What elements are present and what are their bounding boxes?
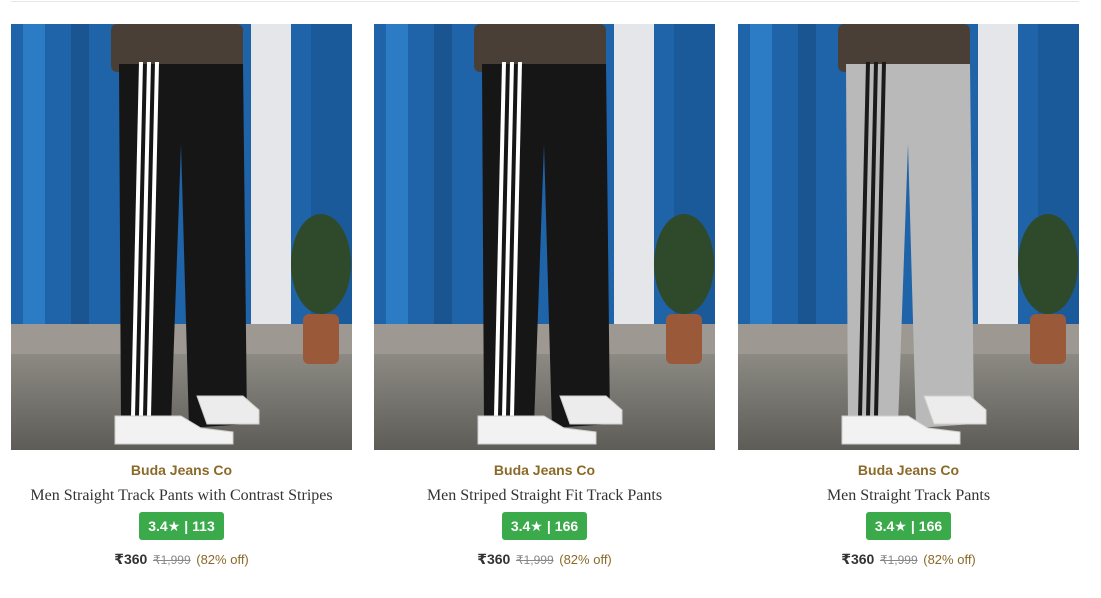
rating-value: 3.4★ [874,518,907,534]
plant [654,214,714,314]
product-title[interactable]: Men Straight Track Pants with Contrast S… [11,486,352,505]
door-frame [614,24,654,324]
rating-value: 3.4★ [510,518,543,534]
price-mrp: ₹1,999 [152,553,191,567]
price-row: ₹360 ₹1,999 (82% off) [738,551,1079,568]
price-discount: (82% off) [196,552,249,567]
product-card[interactable]: Buda Jeans Co Men Straight Track Pants w… [11,24,352,584]
rating-badge: 3.4★ | 166 [501,512,588,540]
product-photo [374,24,715,450]
product-brand: Buda Jeans Co [130,462,233,478]
door-frame [978,24,1018,324]
product-card[interactable]: Buda Jeans Co Men Straight Track Pants 3… [738,24,1079,584]
plant [1018,214,1078,314]
top-divider [11,1,1079,2]
product-photo [738,24,1079,450]
price-current: ₹360 [477,551,511,567]
plant-pot [666,314,702,364]
price-mrp: ₹1,999 [515,553,554,567]
plant [291,214,351,314]
product-grid: Buda Jeans Co Men Straight Track Pants w… [11,24,1079,598]
product-photo [11,24,352,450]
price-row: ₹360 ₹1,999 (82% off) [11,551,352,568]
price-discount: (82% off) [923,552,976,567]
rating-count: 113 [192,518,215,534]
price-discount: (82% off) [559,552,612,567]
rating-row: 3.4★ | 166 [374,512,715,540]
rating-badge: 3.4★ | 113 [139,512,224,540]
product-title[interactable]: Men Striped Straight Fit Track Pants [374,486,715,505]
plant-pot [1030,314,1066,364]
price-mrp: ₹1,999 [879,553,918,567]
rating-separator: | [546,518,551,534]
product-image[interactable] [738,24,1079,450]
rating-separator: | [910,518,915,534]
rating-value: 3.4★ [148,518,181,534]
product-image[interactable] [374,24,715,450]
product-brand: Buda Jeans Co [493,462,596,478]
price-current: ₹360 [841,551,875,567]
price-row: ₹360 ₹1,999 (82% off) [374,551,715,568]
product-title[interactable]: Men Straight Track Pants [738,486,1079,505]
door-frame [251,24,291,324]
product-brand: Buda Jeans Co [857,462,960,478]
rating-row: 3.4★ | 113 [11,512,352,540]
rating-count: 166 [918,518,943,534]
rating-separator: | [184,518,189,534]
product-image[interactable] [11,24,352,450]
rating-count: 166 [554,518,579,534]
rating-badge: 3.4★ | 166 [865,512,952,540]
rating-row: 3.4★ | 166 [738,512,1079,540]
price-current: ₹360 [114,551,148,567]
product-card[interactable]: Buda Jeans Co Men Striped Straight Fit T… [374,24,715,584]
plant-pot [303,314,339,364]
